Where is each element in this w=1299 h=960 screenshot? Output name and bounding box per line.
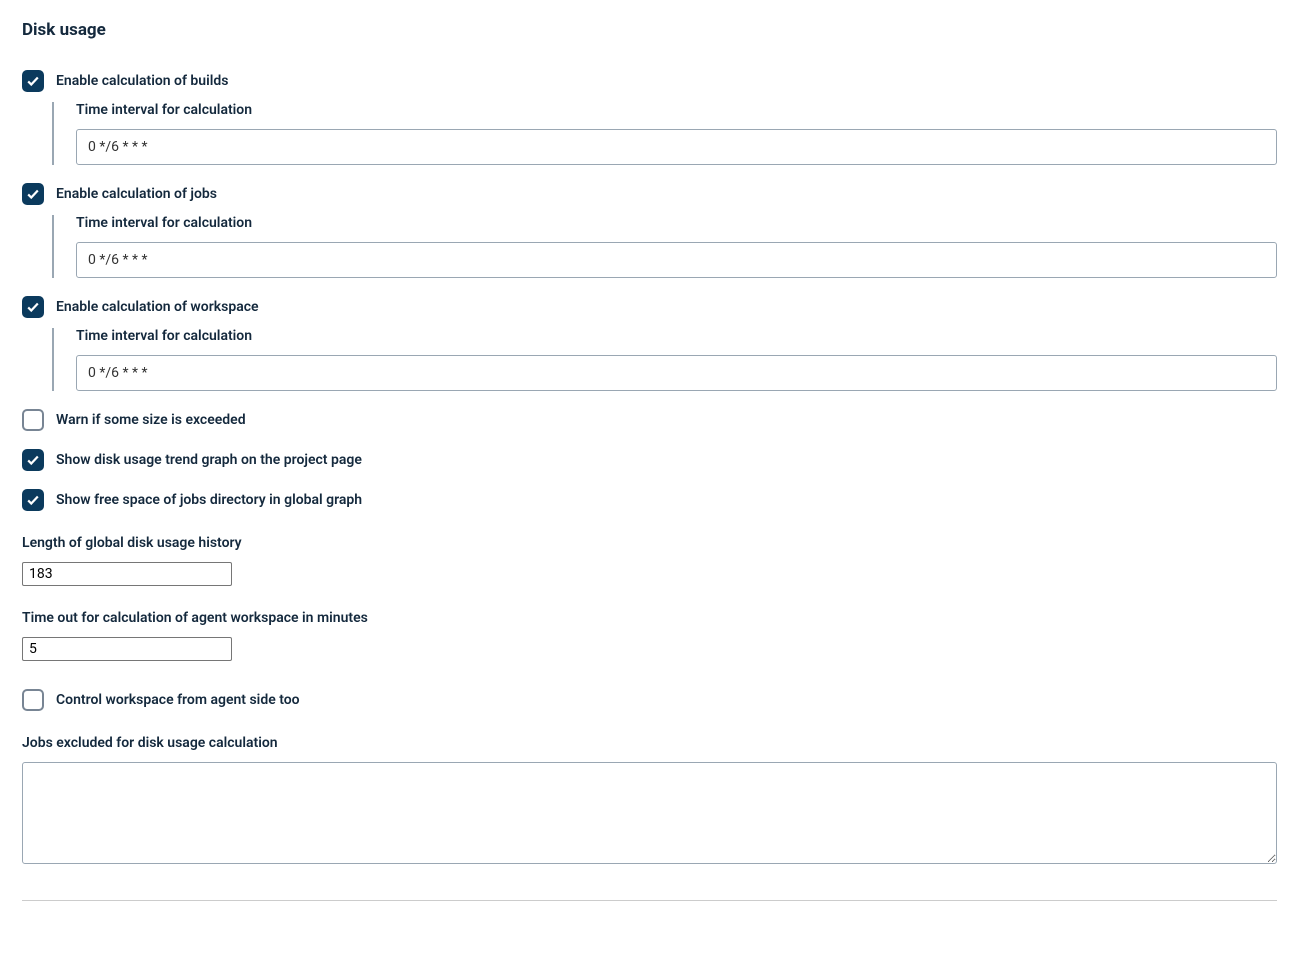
jobs-interval-section: Time interval for calculation (52, 215, 1277, 278)
excluded-textarea[interactable] (22, 762, 1277, 864)
agent-control-row: Control workspace from agent side too (22, 689, 1277, 711)
timeout-field: Time out for calculation of agent worksp… (22, 610, 1277, 661)
enable-builds-label[interactable]: Enable calculation of builds (56, 73, 228, 89)
trend-label[interactable]: Show disk usage trend graph on the proje… (56, 452, 362, 468)
warn-label[interactable]: Warn if some size is exceeded (56, 412, 246, 428)
enable-jobs-row: Enable calculation of jobs (22, 183, 1277, 205)
excluded-label: Jobs excluded for disk usage calculation (22, 735, 1277, 751)
check-icon (26, 493, 40, 507)
freespace-label[interactable]: Show free space of jobs directory in glo… (56, 492, 362, 508)
enable-builds-row: Enable calculation of builds (22, 70, 1277, 92)
check-icon (26, 187, 40, 201)
enable-workspace-checkbox[interactable] (22, 296, 44, 318)
builds-interval-input[interactable] (76, 129, 1277, 165)
excluded-field: Jobs excluded for disk usage calculation (22, 735, 1277, 868)
jobs-interval-label: Time interval for calculation (76, 215, 1277, 231)
warn-checkbox[interactable] (22, 409, 44, 431)
trend-row: Show disk usage trend graph on the proje… (22, 449, 1277, 471)
enable-jobs-checkbox[interactable] (22, 183, 44, 205)
warn-row: Warn if some size is exceeded (22, 409, 1277, 431)
timeout-input[interactable] (22, 637, 232, 661)
history-label: Length of global disk usage history (22, 535, 1277, 551)
timeout-label: Time out for calculation of agent worksp… (22, 610, 1277, 626)
enable-jobs-label[interactable]: Enable calculation of jobs (56, 186, 217, 202)
check-icon (26, 74, 40, 88)
enable-workspace-label[interactable]: Enable calculation of workspace (56, 299, 259, 315)
section-title: Disk usage (22, 20, 1277, 40)
builds-interval-section: Time interval for calculation (52, 102, 1277, 165)
builds-interval-label: Time interval for calculation (76, 102, 1277, 118)
agent-control-checkbox[interactable] (22, 689, 44, 711)
agent-control-label[interactable]: Control workspace from agent side too (56, 692, 300, 708)
history-input[interactable] (22, 562, 232, 586)
enable-workspace-row: Enable calculation of workspace (22, 296, 1277, 318)
jobs-interval-input[interactable] (76, 242, 1277, 278)
freespace-row: Show free space of jobs directory in glo… (22, 489, 1277, 511)
workspace-interval-label: Time interval for calculation (76, 328, 1277, 344)
history-field: Length of global disk usage history (22, 535, 1277, 586)
enable-builds-checkbox[interactable] (22, 70, 44, 92)
freespace-checkbox[interactable] (22, 489, 44, 511)
workspace-interval-input[interactable] (76, 355, 1277, 391)
check-icon (26, 453, 40, 467)
check-icon (26, 300, 40, 314)
trend-checkbox[interactable] (22, 449, 44, 471)
workspace-interval-section: Time interval for calculation (52, 328, 1277, 391)
divider (22, 900, 1277, 901)
